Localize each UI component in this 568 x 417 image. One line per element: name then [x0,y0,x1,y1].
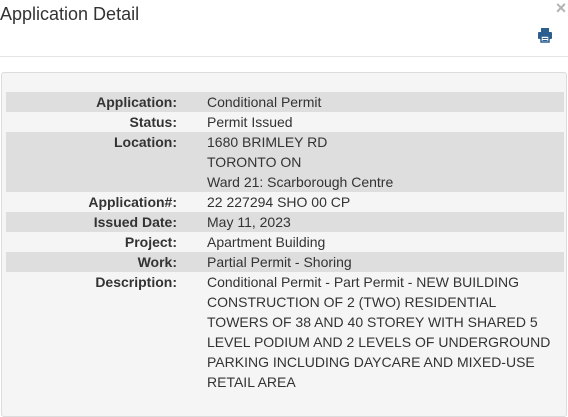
close-icon[interactable]: × [554,0,568,17]
location-label: Location: [6,132,177,192]
row-location: Location: 1680 BRIMLEY RD TORONTO ON War… [6,132,564,192]
project-value: Apartment Building [207,234,326,250]
description-line: CONSTRUCTION OF 2 (TWO) RESIDENTIAL [207,294,497,310]
location-line: Ward 21: Scarborough Centre [207,174,394,190]
location-value: 1680 BRIMLEY RD TORONTO ON Ward 21: Scar… [207,132,564,192]
row-status: Status: Permit Issued [6,112,564,132]
work-label: Work: [6,252,177,272]
application-label: Application: [6,92,177,112]
description-value: Conditional Permit - Part Permit - NEW B… [207,272,564,392]
modal-header: Application Detail × [0,0,568,57]
description-line: RETAIL AREA [207,374,296,390]
description-line: Conditional Permit - Part Permit - NEW B… [207,274,519,290]
description-line: TOWERS OF 38 AND 40 STOREY WITH SHARED 5 [207,314,538,330]
modal-title: Application Detail [0,4,140,24]
project-label: Project: [124,234,177,250]
description-label: Description: [95,274,177,290]
location-line: TORONTO ON [207,154,302,170]
row-application-number: Application#: 22 227294 SHO 00 CP [6,192,564,212]
description-line: PARKING INCLUDING DAYCARE AND MIXED-USE [207,354,535,370]
row-application: Application: Conditional Permit [6,92,564,112]
description-line: LEVEL PODIUM AND 2 LEVELS OF UNDERGROUND [207,334,551,350]
row-issued-date: Issued Date: May 11, 2023 [6,212,564,232]
application-number-value: 22 227294 SHO 00 CP [207,194,351,210]
detail-panel: Application: Conditional Permit Status: … [1,72,567,417]
issued-date-value: May 11, 2023 [207,212,564,232]
row-description: Description: Conditional Permit - Part P… [6,272,564,392]
status-value: Permit Issued [207,114,293,130]
detail-table: Application: Conditional Permit Status: … [6,92,564,392]
status-label: Status: [129,114,177,130]
work-value: Partial Permit - Shoring [207,252,564,272]
row-work: Work: Partial Permit - Shoring [6,252,564,272]
application-value: Conditional Permit [207,92,564,112]
row-project: Project: Apartment Building [6,232,564,252]
issued-date-label: Issued Date: [6,212,177,232]
application-number-label: Application#: [88,194,177,210]
location-line: 1680 BRIMLEY RD [207,134,328,150]
printer-icon[interactable] [537,27,553,43]
